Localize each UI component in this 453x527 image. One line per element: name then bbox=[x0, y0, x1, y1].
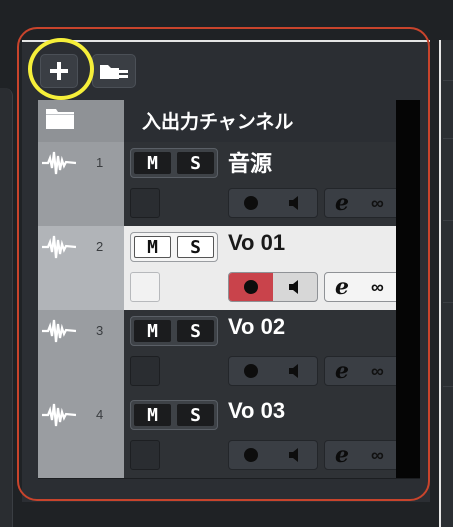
edit-e-icon[interactable]: e bbox=[335, 360, 349, 382]
track-number: 4 bbox=[96, 407, 104, 422]
monitor-button[interactable] bbox=[273, 273, 317, 301]
record-enable-button[interactable] bbox=[229, 189, 273, 217]
track-number: 2 bbox=[96, 239, 104, 254]
track-color-square[interactable] bbox=[130, 272, 160, 302]
audio-waveform-icon bbox=[42, 235, 76, 259]
track-edge bbox=[396, 310, 420, 394]
folder-track[interactable]: 入出力チャンネル bbox=[38, 100, 420, 143]
track-row-3[interactable]: 3 M S Vo 02 e ∞ bbox=[38, 310, 420, 395]
record-dot-icon bbox=[244, 280, 258, 294]
track-body: 入出力チャンネル bbox=[124, 100, 396, 142]
audio-waveform-icon bbox=[42, 151, 76, 175]
track-color-square[interactable] bbox=[130, 356, 160, 386]
record-dot-icon bbox=[244, 196, 258, 210]
speaker-icon bbox=[289, 196, 298, 210]
track-body: M S 音源 e ∞ bbox=[124, 142, 408, 226]
monitor-button[interactable] bbox=[273, 189, 317, 217]
monitor-button[interactable] bbox=[273, 441, 317, 469]
folder-menu-icon bbox=[100, 65, 128, 79]
track-name[interactable]: 音源 bbox=[228, 146, 272, 178]
record-monitor-group bbox=[228, 272, 318, 302]
infinity-icon: ∞ bbox=[371, 444, 384, 465]
edit-e-icon[interactable]: e bbox=[335, 276, 349, 298]
record-monitor-group bbox=[228, 356, 318, 386]
add-track-button[interactable] bbox=[40, 54, 78, 88]
infinity-icon: ∞ bbox=[371, 192, 384, 213]
track-gutter: 2 bbox=[38, 226, 124, 310]
speaker-icon bbox=[289, 280, 298, 294]
mute-solo-group: M S bbox=[130, 148, 218, 178]
solo-button[interactable]: S bbox=[177, 152, 214, 174]
infinity-icon: ∞ bbox=[371, 360, 384, 381]
record-enable-button[interactable] bbox=[229, 273, 273, 301]
track-folder-menu-button[interactable] bbox=[92, 54, 136, 88]
mute-button[interactable]: M bbox=[134, 236, 171, 258]
track-body: M S Vo 01 e ∞ bbox=[124, 226, 408, 310]
mute-button[interactable]: M bbox=[134, 152, 171, 174]
speaker-icon bbox=[289, 364, 298, 378]
speaker-icon bbox=[289, 448, 298, 462]
plus-icon bbox=[50, 62, 68, 80]
track-body: M S Vo 02 e ∞ bbox=[124, 310, 408, 394]
track-row-1[interactable]: 1 M S 音源 e ∞ bbox=[38, 142, 420, 227]
solo-button[interactable]: S bbox=[177, 320, 214, 342]
track-edge bbox=[396, 142, 420, 226]
track-name[interactable]: Vo 01 bbox=[228, 230, 285, 256]
track-number: 1 bbox=[96, 155, 104, 170]
right-panel-edge bbox=[439, 40, 453, 527]
audio-waveform-icon bbox=[42, 319, 76, 343]
track-color-square[interactable] bbox=[130, 440, 160, 470]
track-list: 入出力チャンネル 1 M S 音源 e ∞ 2 M S Vo 01 e ∞ 3 … bbox=[38, 100, 420, 479]
mute-button[interactable]: M bbox=[134, 320, 171, 342]
audio-waveform-icon bbox=[42, 403, 76, 427]
record-enable-button[interactable] bbox=[229, 357, 273, 385]
track-color-square[interactable] bbox=[130, 188, 160, 218]
edit-e-icon[interactable]: e bbox=[335, 192, 349, 214]
edit-e-icon[interactable]: e bbox=[335, 444, 349, 466]
mute-solo-group: M S bbox=[130, 232, 218, 262]
track-name[interactable]: Vo 03 bbox=[228, 398, 285, 424]
record-monitor-group bbox=[228, 188, 318, 218]
track-edge bbox=[396, 394, 420, 478]
record-enable-button[interactable] bbox=[229, 441, 273, 469]
track-toolbar bbox=[22, 44, 422, 99]
track-gutter: 1 bbox=[38, 142, 124, 226]
folder-icon bbox=[46, 109, 74, 129]
mute-button[interactable]: M bbox=[134, 404, 171, 426]
solo-button[interactable]: S bbox=[177, 236, 214, 258]
track-gutter bbox=[38, 100, 124, 142]
record-dot-icon bbox=[244, 448, 258, 462]
track-name[interactable]: Vo 02 bbox=[228, 314, 285, 340]
mute-solo-group: M S bbox=[130, 400, 218, 430]
record-dot-icon bbox=[244, 364, 258, 378]
folder-name: 入出力チャンネル bbox=[142, 112, 294, 133]
record-monitor-group bbox=[228, 440, 318, 470]
track-gutter: 4 bbox=[38, 394, 124, 478]
mute-solo-group: M S bbox=[130, 316, 218, 346]
solo-button[interactable]: S bbox=[177, 404, 214, 426]
track-gutter: 3 bbox=[38, 310, 124, 394]
track-row-2[interactable]: 2 M S Vo 01 e ∞ bbox=[38, 226, 420, 311]
track-number: 3 bbox=[96, 323, 104, 338]
track-edge bbox=[396, 100, 420, 142]
left-panel-edge bbox=[0, 88, 13, 527]
track-row-4[interactable]: 4 M S Vo 03 e ∞ bbox=[38, 394, 420, 479]
track-body: M S Vo 03 e ∞ bbox=[124, 394, 408, 478]
track-edge bbox=[396, 226, 420, 310]
monitor-button[interactable] bbox=[273, 357, 317, 385]
infinity-icon: ∞ bbox=[371, 276, 384, 297]
